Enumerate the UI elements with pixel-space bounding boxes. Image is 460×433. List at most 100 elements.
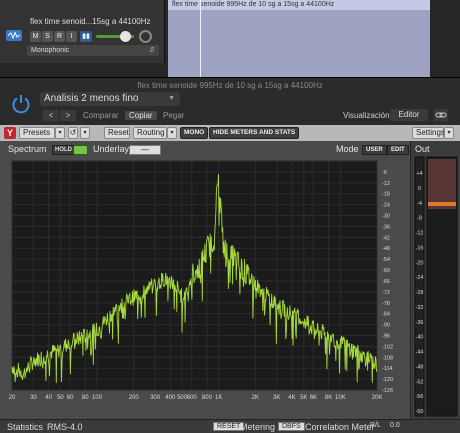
freq-tick-label: 50 xyxy=(57,395,64,401)
output-meter[interactable]: +4 0 -4 -8 -12 -16 -20 -24 -28 -32 -36 -40 -44 -48 -52… xyxy=(411,141,460,419)
output-scale-label: -52 xyxy=(416,379,424,385)
track-area: flex time senoid...15sg a 44100Hz M S R … xyxy=(0,0,460,77)
db-tick-label: -36 xyxy=(382,224,390,230)
plugin-toolbar: Y Presets ▾ ↺ ▾ Reset Routing ▾ MONO HID… xyxy=(0,125,460,141)
freq-tick-label: 400 xyxy=(165,395,176,401)
flex-mode-value: Monophonic xyxy=(31,47,70,54)
hold-button[interactable]: HOLD xyxy=(52,145,75,155)
freq-tick-label: 3K xyxy=(273,395,280,401)
view-label: Visualización: xyxy=(343,111,392,120)
db-tick-label: -6 xyxy=(382,170,387,176)
metering-label: Metering xyxy=(240,422,276,432)
settings-button[interactable]: Settings xyxy=(412,127,445,139)
underlay-label: Underlay xyxy=(93,144,130,154)
input-monitor-button[interactable]: I xyxy=(66,31,77,42)
db-tick-label: -48 xyxy=(382,246,390,252)
link-icon xyxy=(435,112,447,118)
output-scale-label: -4 xyxy=(417,201,422,207)
view-select[interactable]: Editor xyxy=(390,109,428,121)
next-preset-button[interactable]: > xyxy=(60,110,76,121)
freq-tick-label: 800 xyxy=(202,395,213,401)
dbfs-button[interactable]: DBFS xyxy=(278,422,305,431)
mode-user-button[interactable]: USER xyxy=(362,145,387,155)
track-monitor-button[interactable]: ▮▮ xyxy=(80,31,92,42)
undo-button[interactable]: ↺ xyxy=(68,127,78,139)
output-scale-label: -40 xyxy=(416,335,424,341)
output-scale-label: -36 xyxy=(416,320,424,326)
volume-slider-knob[interactable] xyxy=(120,31,131,42)
spectrum-chart[interactable]: 20 30 40 50 60 80 100 200 300 400 500 600 800 1K 2K 3K 4… xyxy=(0,141,410,419)
output-scale-label: 0 xyxy=(418,186,421,192)
freq-tick-label: 5K xyxy=(300,395,307,401)
output-scale-label: -24 xyxy=(416,275,424,281)
link-button[interactable] xyxy=(434,109,448,121)
flex-mode-select[interactable]: Monophonic ⇵ xyxy=(27,45,159,56)
db-tick-label: -12 xyxy=(382,181,390,187)
previous-preset-button[interactable]: < xyxy=(43,110,59,121)
chevron-down-icon: ▼ xyxy=(168,95,175,102)
db-tick-label: -120 xyxy=(382,377,393,383)
output-scale-label: -60 xyxy=(416,409,424,415)
db-tick-label: -66 xyxy=(382,279,390,285)
db-tick-label: -90 xyxy=(382,323,390,329)
db-tick-label: -60 xyxy=(382,268,390,274)
plugin-header: flex time senoide 995Hz de 10 sg a 15sg … xyxy=(0,77,460,125)
db-tick-label: -78 xyxy=(382,301,390,307)
freq-tick-label: 200 xyxy=(129,395,140,401)
db-tick-label: -72 xyxy=(382,290,390,296)
presets-button[interactable]: Presets xyxy=(19,127,55,139)
db-tick-label: -102 xyxy=(382,344,393,350)
output-meter-scale-bg xyxy=(414,156,425,417)
reset-button[interactable]: Reset xyxy=(104,127,130,139)
routing-button[interactable]: Routing xyxy=(133,127,167,139)
rms-label: RMS xyxy=(47,422,67,432)
output-scale-label: -16 xyxy=(416,245,424,251)
statistics-label: Statistics xyxy=(7,422,44,432)
mode-edit-button[interactable]: EDIT xyxy=(387,145,409,155)
hide-meters-button[interactable]: HIDE METERS AND STATS xyxy=(209,127,300,139)
freq-tick-label: 100 xyxy=(92,395,103,401)
db-tick-label: -42 xyxy=(382,235,390,241)
track-name[interactable]: flex time senoid...15sg a 44100Hz xyxy=(30,17,151,26)
undo-menu-arrow[interactable]: ▾ xyxy=(80,127,90,139)
hold-toggle[interactable] xyxy=(73,145,88,155)
freq-tick-label: 30 xyxy=(30,395,37,401)
pan-knob[interactable] xyxy=(139,30,152,43)
freq-tick-label: 40 xyxy=(45,395,52,401)
freq-tick-label: 600 xyxy=(187,395,198,401)
output-scale-label: +4 xyxy=(416,171,422,177)
mono-button[interactable]: MONO xyxy=(180,127,209,139)
db-tick-label: -54 xyxy=(382,257,390,263)
rl-label: R/L xyxy=(370,422,381,429)
output-scale-label: -32 xyxy=(416,305,424,311)
audio-region[interactable]: flex time senoide 995Hz de 10 sg a 15sg … xyxy=(168,0,430,77)
spectrum-label: Spectrum xyxy=(8,144,47,154)
region-title: flex time senoide 995Hz de 10 sg a 15sg … xyxy=(168,0,430,10)
preset-select[interactable]: Analisis 2 menos fino ▼ xyxy=(40,92,180,106)
routing-menu-arrow[interactable]: ▾ xyxy=(167,127,177,139)
mute-button[interactable]: M xyxy=(30,31,41,42)
output-scale-label: -8 xyxy=(417,216,422,222)
underlay-select[interactable]: — xyxy=(129,145,161,155)
presets-menu-arrow[interactable]: ▾ xyxy=(55,127,65,139)
track-header[interactable]: flex time senoid...15sg a 44100Hz M S R … xyxy=(0,0,165,63)
power-button[interactable] xyxy=(10,93,32,115)
rms-value: -4.0 xyxy=(67,422,83,432)
plugin-window-title: flex time senoide 995Hz de 10 sg a 15sg … xyxy=(137,81,323,90)
solo-button[interactable]: S xyxy=(42,31,53,42)
db-tick-label: -108 xyxy=(382,355,393,361)
freq-tick-label: 60 xyxy=(67,395,74,401)
mode-label: Mode xyxy=(336,144,359,154)
paste-button[interactable]: Pegar xyxy=(163,111,184,120)
freq-tick-label: 10K xyxy=(335,395,346,401)
compare-button[interactable]: Comparar xyxy=(83,111,119,120)
record-button[interactable]: R xyxy=(54,31,65,42)
playhead[interactable] xyxy=(200,0,201,77)
copy-button[interactable]: Copiar xyxy=(125,111,157,120)
freq-tick-label: 300 xyxy=(150,395,161,401)
freq-tick-label: 20K xyxy=(372,395,383,401)
settings-menu-arrow[interactable]: ▾ xyxy=(444,127,454,139)
correlation-value: 0.0 xyxy=(390,422,400,429)
output-level-indicator xyxy=(428,202,456,206)
spectrum-panel: 20 30 40 50 60 80 100 200 300 400 500 600 800 1K 2K 3K 4… xyxy=(0,141,410,433)
